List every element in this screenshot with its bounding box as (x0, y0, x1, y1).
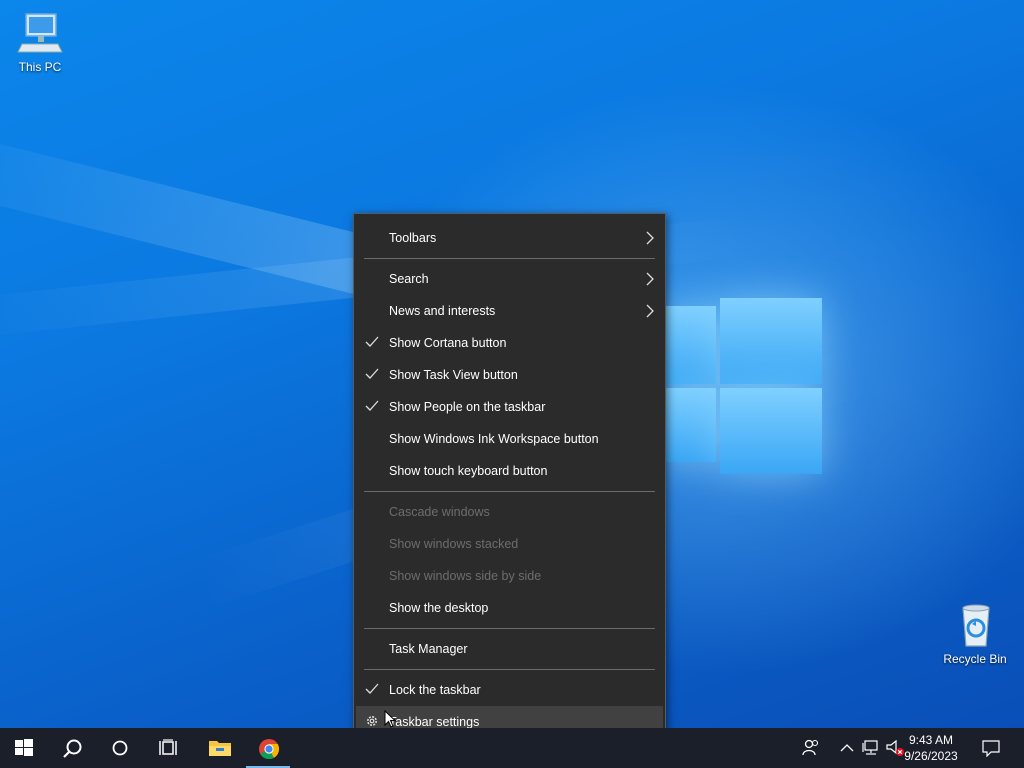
clock-date: 9/26/2023 (904, 749, 958, 763)
checkmark-icon (365, 400, 379, 411)
file-explorer-icon (209, 741, 231, 756)
desktop-icon-label: This PC (18, 60, 62, 74)
menu-item-search[interactable]: Search (356, 263, 663, 295)
search-button[interactable] (48, 728, 96, 768)
menu-item-show-windows-side-by-side: Show windows side by side (389, 569, 542, 583)
chevron-right-icon (646, 272, 654, 286)
menu-item-show-the-desktop[interactable]: Show the desktop (356, 592, 663, 624)
menu-item-show-task-view-button[interactable]: Show Task View button (356, 359, 663, 391)
mouse-cursor-icon (384, 710, 396, 728)
people-icon[interactable] (802, 738, 820, 758)
taskbar: 9:43 AM 9/26/2023 (0, 728, 1024, 768)
chevron-right-icon (646, 304, 654, 318)
menu-separator (364, 258, 655, 259)
chevron-right-icon (646, 231, 654, 245)
cortana-button[interactable] (96, 728, 144, 768)
file-explorer-button[interactable] (194, 728, 242, 768)
network-icon[interactable] (862, 740, 880, 756)
menu-item-toolbars[interactable]: Toolbars (356, 222, 663, 254)
menu-item-show-touch-keyboard[interactable]: Show touch keyboard button (356, 455, 663, 487)
computer-icon (16, 10, 64, 58)
chrome-button[interactable] (244, 728, 292, 768)
gear-icon (367, 716, 377, 726)
cortana-icon (112, 740, 128, 756)
desktop-icon-label: Recycle Bin (943, 652, 1007, 666)
checkmark-icon (365, 336, 379, 347)
menu-separator (364, 628, 655, 629)
start-icon (15, 739, 33, 756)
search-icon (63, 739, 82, 758)
menu-item-show-cortana-button[interactable]: Show Cortana button (356, 327, 663, 359)
menu-item-cascade-windows: Cascade windows (389, 505, 490, 519)
menu-item-show-people-on-taskbar[interactable]: Show People on the taskbar (356, 391, 663, 423)
start-button[interactable] (0, 728, 48, 768)
desktop-icon-this-pc[interactable]: This PC (0, 10, 80, 74)
menu-separator (364, 491, 655, 492)
recycle-bin-icon (951, 602, 999, 650)
checkmark-icon (365, 368, 379, 379)
menu-item-task-manager[interactable]: Task Manager (356, 633, 663, 665)
menu-item-news-and-interests[interactable]: News and interests (356, 295, 663, 327)
desktop-icon-recycle-bin[interactable]: Recycle Bin (935, 602, 1015, 666)
menu-item-show-windows-stacked: Show windows stacked (389, 537, 519, 551)
checkmark-icon (365, 683, 379, 694)
task-view-icon (159, 739, 177, 755)
menu-item-lock-the-taskbar[interactable]: Lock the taskbar (356, 674, 663, 706)
menu-item-show-windows-ink-workspace[interactable]: Show Windows Ink Workspace button (356, 423, 663, 455)
notification-icon[interactable] (982, 739, 1000, 757)
task-view-button[interactable] (144, 728, 192, 768)
taskbar-context-menu: Toolbars Search News and interests Show … (353, 213, 666, 746)
clock-time: 9:43 AM (908, 733, 954, 747)
chrome-icon (259, 739, 280, 760)
clock[interactable]: 9:43 AM 9/26/2023 (896, 732, 966, 764)
menu-separator (364, 669, 655, 670)
windows-logo-wallpaper (660, 290, 824, 480)
chevron-up-icon[interactable] (840, 742, 854, 754)
